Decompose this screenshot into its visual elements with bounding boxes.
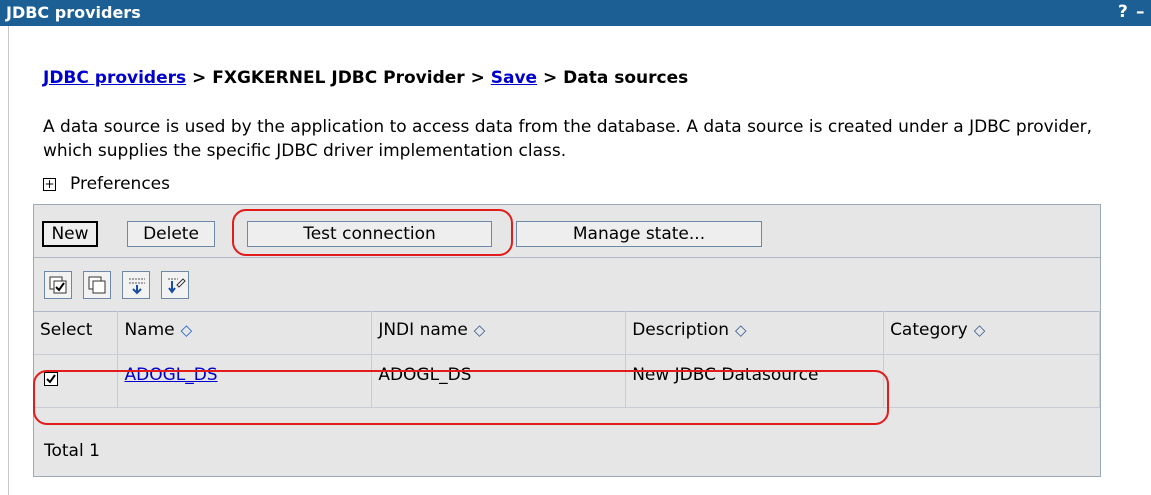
expand-icon[interactable]: +	[43, 177, 56, 191]
clear-filter-icon[interactable]	[161, 271, 189, 299]
minimize-button[interactable]: –	[1136, 2, 1145, 22]
preferences-toggle[interactable]: + Preferences	[43, 174, 170, 194]
data-source-name-link[interactable]: ADOGL_DS	[124, 365, 217, 385]
select-header-label: Select	[40, 320, 93, 340]
delete-button[interactable]: Delete	[127, 221, 215, 247]
category-header-label[interactable]: Category	[890, 320, 968, 340]
sort-icon[interactable]: ◇	[474, 321, 486, 339]
description-cell: New JDBC Datasource	[625, 354, 885, 408]
jndi-header-label[interactable]: JNDI name	[378, 320, 467, 340]
breadcrumb-link-save[interactable]: Save	[491, 68, 537, 88]
breadcrumb-link-jdbc-providers[interactable]: JDBC providers	[43, 68, 186, 88]
button-toolbar: New Delete Test connection Manage state.…	[34, 205, 1100, 258]
sort-icon[interactable]: ◇	[181, 321, 193, 339]
table-total: Total 1	[44, 441, 100, 461]
table-header-row: Select Name ◇ JNDI name ◇ Description ◇ Cat…	[34, 311, 1100, 355]
breadcrumb-current: > Data sources	[537, 68, 689, 88]
deselect-all-icon[interactable]	[83, 271, 111, 299]
help-button[interactable]: ?	[1118, 2, 1128, 22]
sort-icon[interactable]: ◇	[735, 321, 747, 339]
breadcrumb: JDBC providers > FXGKERNEL JDBC Provider…	[43, 68, 688, 88]
column-header-jndi-name[interactable]: JNDI name ◇	[371, 311, 627, 355]
sort-icon[interactable]: ◇	[974, 321, 986, 339]
table-icon-toolbar	[34, 257, 1100, 312]
name-header-label[interactable]: Name	[124, 320, 174, 340]
column-header-select: Select	[34, 311, 119, 355]
show-filter-icon[interactable]	[122, 271, 150, 299]
select-cell	[34, 354, 119, 408]
column-header-description[interactable]: Description ◇	[625, 311, 885, 355]
category-cell	[883, 354, 1100, 408]
test-connection-button[interactable]: Test connection	[247, 221, 492, 247]
column-header-category[interactable]: Category ◇	[883, 311, 1100, 355]
window-title: JDBC providers	[6, 3, 141, 22]
row-select-checkbox[interactable]	[44, 371, 58, 386]
description-header-label[interactable]: Description	[632, 320, 729, 340]
manage-state-button[interactable]: Manage state...	[516, 221, 762, 247]
data-sources-panel: New Delete Test connection Manage state.…	[33, 204, 1101, 477]
breadcrumb-separator: > FXGKERNEL JDBC Provider >	[186, 68, 491, 88]
page-description: A data source is used by the application…	[43, 117, 1093, 161]
name-cell: ADOGL_DS	[117, 354, 373, 408]
table-row: ADOGL_DS ADOGL_DS New JDBC Datasource	[34, 354, 1100, 408]
content-left-border	[8, 26, 9, 495]
data-sources-table: Select Name ◇ JNDI name ◇ Description ◇ Cat…	[34, 311, 1100, 408]
portlet-titlebar: JDBC providers ? –	[0, 0, 1151, 26]
new-button[interactable]: New	[42, 221, 98, 247]
jndi-cell: ADOGL_DS	[371, 354, 627, 408]
select-all-icon[interactable]	[44, 271, 72, 299]
preferences-label[interactable]: Preferences	[70, 174, 170, 194]
column-header-name[interactable]: Name ◇	[117, 311, 373, 355]
